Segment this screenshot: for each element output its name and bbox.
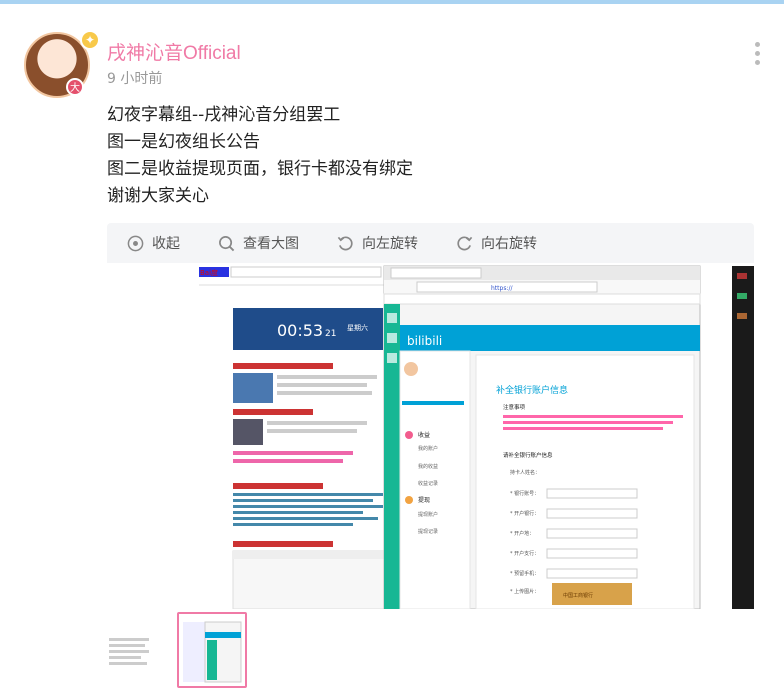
svg-text:我的账户: 我的账户 [418, 445, 438, 452]
svg-text:* 银行账号：: * 银行账号： [510, 490, 539, 497]
thumbnail-1[interactable] [107, 612, 177, 688]
svg-text:* 开户地：: * 开户地： [510, 530, 534, 537]
svg-text:补全银行账户信息: 补全银行账户信息 [496, 384, 568, 396]
post-line: 幻夜字幕组--戌神沁音分组罢工 [107, 105, 341, 125]
rotate-left-icon [337, 235, 353, 250]
svg-text:21: 21 [325, 329, 336, 339]
post-image[interactable]: Bai度 00:53 21 星期六 https:// bilibili 收益 我… [107, 263, 754, 609]
collapse-button[interactable]: 收起 [127, 233, 180, 253]
svg-text:提现账户: 提现账户 [418, 511, 438, 518]
svg-text:提现记录: 提现记录 [418, 528, 438, 535]
username[interactable]: 戌神沁音Official [107, 38, 241, 65]
svg-text:持卡人姓名：: 持卡人姓名： [510, 469, 540, 476]
magnifier-icon [219, 235, 235, 251]
post-line: 谢谢大家关心 [107, 186, 209, 206]
svg-text:* 预留手机：: * 预留手机： [510, 570, 539, 577]
svg-text:bilibili: bilibili [407, 334, 442, 348]
rotate-right-icon [457, 235, 473, 250]
rotate-left-button[interactable]: 向左旋转 [337, 233, 418, 253]
view-large-button[interactable]: 查看大图 [218, 233, 299, 253]
collapse-icon [127, 235, 144, 251]
svg-text:https://: https:// [491, 285, 513, 292]
rotate-right-label: 向右旋转 [481, 236, 537, 252]
svg-text:中国工商银行: 中国工商银行 [563, 592, 593, 599]
svg-text:* 开户支行：: * 开户支行： [510, 550, 539, 557]
post-content: 幻夜字幕组--戌神沁音分组罢工 图一是幻夜组长公告 图二是收益提现页面，银行卡都… [107, 102, 413, 210]
svg-text:收益: 收益 [418, 431, 430, 439]
rotate-left-label: 向左旋转 [362, 236, 418, 252]
svg-text:注意事项: 注意事项 [503, 403, 526, 411]
svg-text:收益记录: 收益记录 [418, 480, 438, 487]
post-line: 图一是幻夜组长公告 [107, 132, 260, 152]
svg-text:* 开户银行：: * 开户银行： [510, 510, 539, 517]
lightbulb-icon: ✦ [80, 30, 100, 50]
more-menu-icon[interactable] [752, 42, 762, 68]
post-card: ✦ 大 戌神沁音Official 9 小时前 幻夜字幕组--戌神沁音分组罢工 图… [0, 4, 784, 694]
view-large-label: 查看大图 [243, 236, 299, 252]
screenshot-drawing: Bai度 00:53 21 星期六 https:// bilibili 收益 我… [107, 263, 754, 609]
thumbnail-strip [107, 612, 754, 688]
rotate-right-button[interactable]: 向右旋转 [456, 233, 537, 253]
member-badge: 大 [66, 78, 84, 96]
avatar[interactable]: ✦ 大 [22, 30, 100, 100]
clock-text: 00:53 [277, 321, 323, 340]
post-time: 9 小时前 [107, 71, 163, 87]
thumbnail-2[interactable] [177, 612, 247, 688]
svg-text:我的收益: 我的收益 [418, 463, 438, 470]
svg-text:星期六: 星期六 [347, 323, 368, 332]
svg-text:Bai度: Bai度 [200, 268, 218, 277]
svg-text:提现: 提现 [418, 496, 430, 504]
post-line: 图二是收益提现页面，银行卡都没有绑定 [107, 159, 413, 179]
svg-text:* 上传图片：: * 上传图片： [510, 588, 539, 595]
svg-text:请补全银行账户信息: 请补全银行账户信息 [503, 451, 553, 459]
image-toolbar: 收起 查看大图 向左旋转 向右旋转 [107, 223, 754, 263]
collapse-label: 收起 [152, 236, 180, 252]
